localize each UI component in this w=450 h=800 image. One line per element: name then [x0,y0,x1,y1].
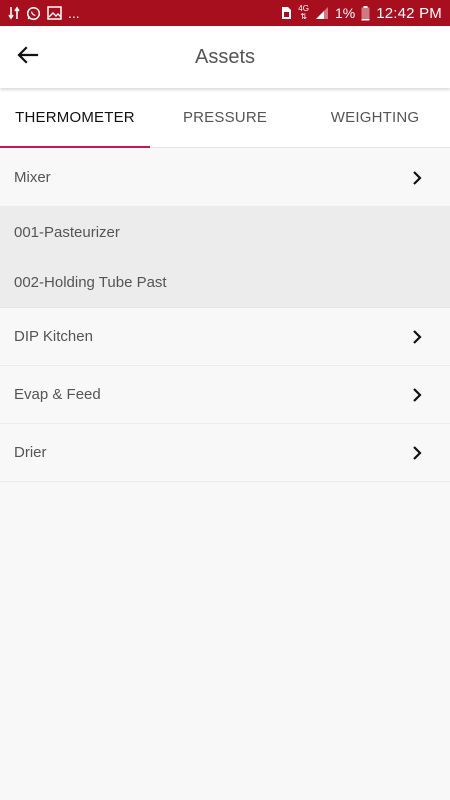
tab-weighting[interactable]: WEIGHTING [300,88,450,147]
list-item-dip-kitchen[interactable]: DIP Kitchen [0,308,450,366]
list-item-mixer[interactable]: Mixer [0,149,450,207]
page-title: Assets [194,45,256,68]
tab-bar: THERMOMETER PRESSURE WEIGHTING [0,88,450,148]
app-bar: Assets [0,26,450,88]
battery-percent: 1% [334,5,356,21]
back-button[interactable] [0,26,56,88]
list-item-pasteurizer[interactable]: 001-Pasteurizer [0,207,450,257]
chevron-right-icon [406,442,428,464]
network-type: 4G ⇅ [298,4,309,21]
list-item-drier[interactable]: Drier [0,424,450,482]
status-bar-left: ... [8,5,80,21]
asset-list: Mixer 001-Pasteurizer 002-Holding Tube P… [0,149,450,482]
status-bar-right: 4G ⇅ 1% 12:42 PM [281,5,442,22]
status-bar: ... 4G ⇅ 1% 12:42 PM [0,0,450,26]
list-item-label: 001-Pasteurizer [14,223,120,241]
sim-icon [281,6,292,20]
clock: 12:42 PM [376,4,442,22]
mixer-sublist: 001-Pasteurizer 002-Holding Tube Past [0,207,450,308]
signal-icon [315,6,329,20]
chevron-right-icon [406,384,428,406]
chevron-right-icon [406,167,428,189]
tab-pressure[interactable]: PRESSURE [150,88,300,147]
list-item-evap-feed[interactable]: Evap & Feed [0,366,450,424]
list-item-holding-tube[interactable]: 002-Holding Tube Past [0,257,450,307]
chevron-right-icon [406,326,428,348]
notification-more: ... [68,5,80,21]
data-transfer-icon [8,6,20,20]
list-item-label: DIP Kitchen [14,328,93,345]
arrow-back-icon [16,43,40,72]
list-item-label: Mixer [14,169,51,186]
gallery-icon [47,6,62,20]
whatsapp-icon [26,6,41,21]
list-item-label: Evap & Feed [14,386,101,403]
battery-icon [361,5,370,21]
signal-arrows: ⇅ [300,12,307,21]
list-item-label: 002-Holding Tube Past [14,273,167,291]
tab-thermometer[interactable]: THERMOMETER [0,88,150,148]
list-item-label: Drier [14,444,47,461]
